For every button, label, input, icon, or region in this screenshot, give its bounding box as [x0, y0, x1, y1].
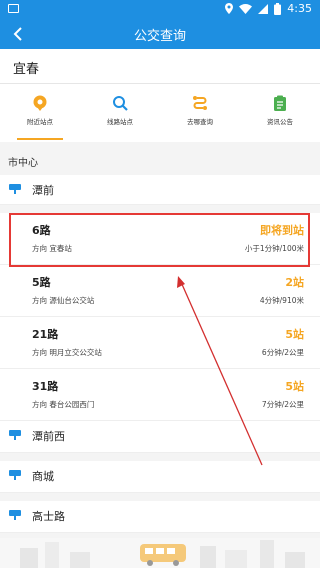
tab-line-stops[interactable]: 线路站点 [80, 84, 160, 142]
page-title: 公交查询 [133, 29, 186, 44]
route-icon [193, 96, 207, 110]
status-icons: 4:35 [225, 2, 312, 15]
app-bar: 公交查询 [0, 18, 320, 49]
route-name: 6路 [32, 224, 51, 237]
route-direction: 方向 明月立交公交站 [32, 348, 102, 357]
stop-name: 潭前西 [32, 430, 65, 443]
tab-label: 资讯公告 [267, 118, 293, 126]
tab-bar: 附近站点 线路站点 去哪查询 资讯公告 [0, 84, 320, 142]
tab-label: 附近站点 [27, 118, 53, 126]
route-row[interactable]: 6路 方向 宜春站 即将到站 小于1分钟/100米 [0, 213, 320, 265]
location-icon [225, 3, 234, 14]
bus-stop-icon [9, 470, 21, 480]
battery-icon [274, 2, 282, 15]
bus-stop-icon [9, 510, 21, 520]
tab-nearby-stops[interactable]: 附近站点 [0, 84, 80, 142]
tab-destination-search[interactable]: 去哪查询 [160, 84, 240, 142]
stop-row[interactable]: 商城 [0, 461, 320, 493]
route-row[interactable]: 31路 方向 春台公园西门 5站 7分钟/2公里 [0, 369, 320, 421]
route-direction: 方向 源仙台公交站 [32, 296, 95, 305]
route-row[interactable]: 21路 方向 明月立交公交站 5站 6分钟/2公里 [0, 317, 320, 369]
stop-name: 高士路 [32, 510, 65, 523]
bus-stop-icon [9, 184, 21, 194]
image-notification-icon [8, 4, 19, 13]
tab-label: 去哪查询 [187, 118, 213, 126]
route-distance: 4分钟/910米 [259, 296, 304, 305]
route-eta: 2站 [285, 276, 304, 289]
tab-label: 线路站点 [107, 118, 133, 126]
bus-stop-icon [9, 430, 21, 440]
footer-illustration [0, 538, 320, 568]
city-skyline-illustration [20, 540, 305, 568]
wifi-icon [239, 3, 253, 14]
route-eta: 即将到站 [260, 224, 304, 237]
route-direction: 方向 宜春站 [32, 244, 72, 253]
city-name: 宜春 [13, 62, 40, 77]
route-distance: 6分钟/2公里 [261, 348, 304, 357]
route-name: 21路 [32, 328, 59, 341]
signal-icon [258, 3, 269, 14]
route-eta: 5站 [285, 380, 304, 393]
route-name: 5路 [32, 276, 51, 289]
location-pin-icon [33, 95, 47, 111]
status-bar: 4:35 [0, 0, 320, 18]
route-distance: 7分钟/2公里 [261, 400, 304, 409]
search-icon [113, 96, 128, 111]
route-distance: 小于1分钟/100米 [244, 244, 304, 253]
clipboard-icon [274, 95, 286, 111]
stop-row[interactable]: 潭前西 [0, 421, 320, 453]
route-direction: 方向 春台公园西门 [32, 400, 95, 409]
status-time: 4:35 [287, 2, 312, 15]
active-tab-indicator [17, 138, 63, 140]
stop-name: 潭前 [32, 184, 54, 197]
stop-name: 商城 [32, 470, 54, 483]
bus-icon [140, 544, 186, 566]
stop-row[interactable]: 潭前 [0, 175, 320, 205]
route-row[interactable]: 5路 方向 源仙台公交站 2站 4分钟/910米 [0, 265, 320, 317]
section-title: 市中心 [8, 158, 38, 169]
city-selector[interactable]: 宜春 [0, 49, 320, 84]
route-name: 31路 [32, 380, 59, 393]
tab-news[interactable]: 资讯公告 [240, 84, 320, 142]
stop-row[interactable]: 高士路 [0, 501, 320, 533]
route-eta: 5站 [285, 328, 304, 341]
